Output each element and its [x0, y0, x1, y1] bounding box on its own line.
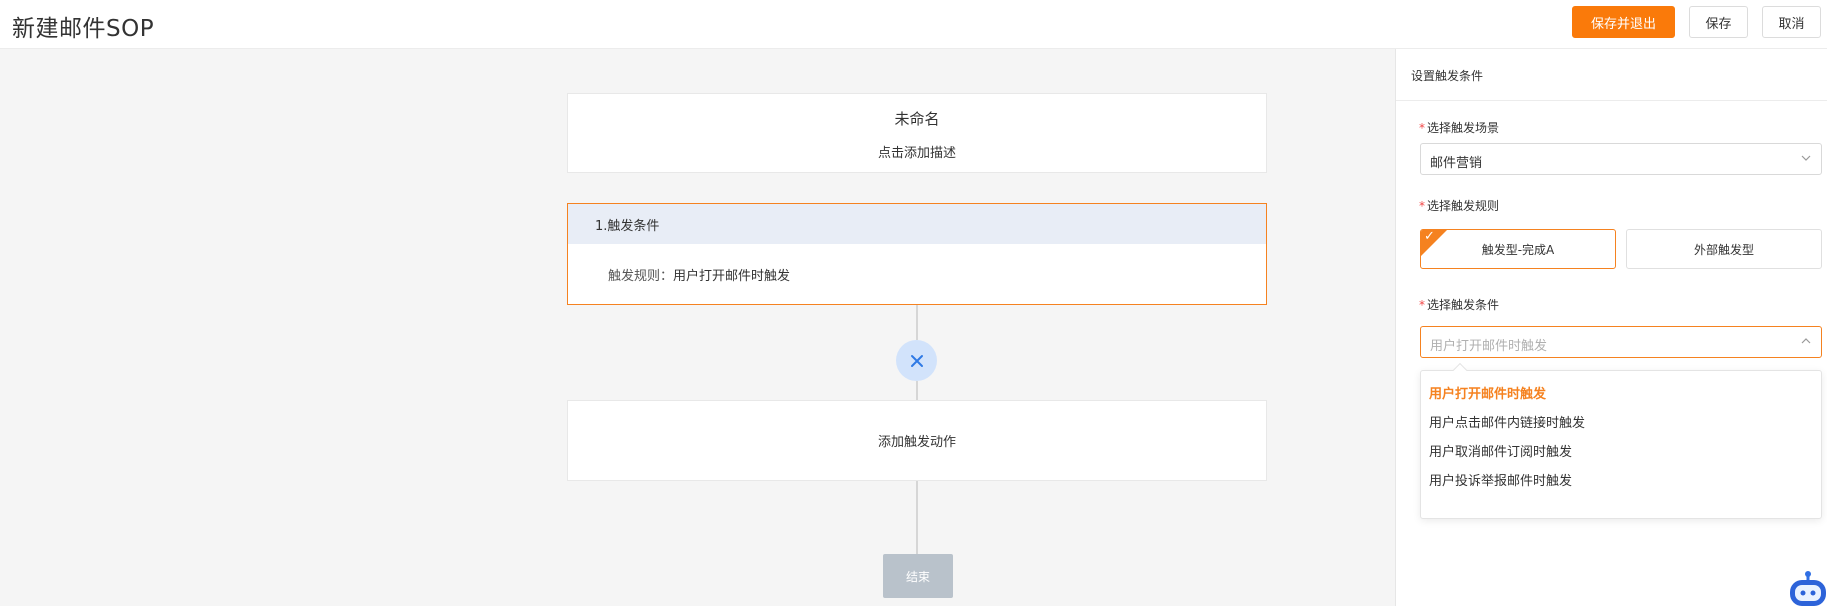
connector-line [916, 305, 918, 340]
trigger-rule-value: 用户打开邮件时触发 [673, 269, 791, 284]
trigger-rule-text: 触发规则：用户打开邮件时触发 [608, 265, 790, 284]
end-node: 结束 [883, 554, 953, 598]
rule-option-external[interactable]: 外部触发型 [1626, 229, 1822, 269]
scene-select-value: 邮件营销 [1430, 156, 1483, 171]
condition-label: * 选择触发条件 [1419, 298, 1500, 312]
dropdown-option[interactable]: 用户打开邮件时触发 [1429, 383, 1546, 402]
connector-line [916, 381, 918, 401]
sop-name[interactable]: 未命名 [568, 108, 1266, 129]
trigger-condition-card[interactable]: 1.触发条件 触发规则：用户打开邮件时触发 [567, 203, 1267, 305]
required-mark: * [1419, 121, 1425, 135]
rule-option-label: 触发型-完成A [1481, 242, 1555, 257]
check-icon: ✓ [1424, 229, 1435, 244]
trigger-card-heading: 1.触发条件 [595, 219, 660, 234]
required-mark: * [1419, 199, 1425, 213]
page-title: 新建邮件SOP [12, 16, 155, 42]
flow-canvas: 未命名 点击添加描述 1.触发条件 触发规则：用户打开邮件时触发 添加触发动作 … [0, 49, 1395, 606]
remove-node-button[interactable] [896, 340, 937, 381]
sop-title-card[interactable]: 未命名 点击添加描述 [567, 93, 1267, 173]
cancel-button[interactable]: 取消 [1762, 6, 1821, 38]
top-header: 新建邮件SOP 保存并退出 保存 取消 [0, 0, 1827, 49]
close-icon [910, 354, 923, 367]
assistant-robot-icon[interactable] [1786, 570, 1827, 606]
condition-select[interactable]: 用户打开邮件时触发 [1420, 326, 1822, 358]
chevron-down-icon [1801, 155, 1811, 161]
sop-description[interactable]: 点击添加描述 [568, 142, 1266, 161]
required-mark: * [1419, 298, 1425, 312]
scene-label: * 选择触发场景 [1419, 121, 1500, 135]
condition-dropdown: 用户打开邮件时触发 用户点击邮件内链接时触发 用户取消邮件订阅时触发 用户投诉举… [1420, 362, 1822, 519]
rule-label: * 选择触发规则 [1419, 199, 1500, 213]
trigger-card-header: 1.触发条件 [568, 204, 1266, 244]
add-action-label: 添加触发动作 [877, 435, 956, 450]
save-and-exit-button[interactable]: 保存并退出 [1572, 6, 1675, 38]
panel-header: 设置触发条件 [1396, 49, 1827, 101]
dropdown-option[interactable]: 用户取消邮件订阅时触发 [1429, 441, 1572, 460]
scene-select[interactable]: 邮件营销 [1420, 143, 1822, 175]
chevron-up-icon [1801, 338, 1811, 344]
rule-option-complete-a[interactable]: ✓ 触发型-完成A [1420, 229, 1616, 269]
dropdown-option[interactable]: 用户点击邮件内链接时触发 [1429, 412, 1585, 431]
rule-option-label: 外部触发型 [1693, 242, 1754, 257]
dropdown-option[interactable]: 用户投诉举报邮件时触发 [1429, 470, 1572, 489]
condition-select-placeholder: 用户打开邮件时触发 [1430, 339, 1548, 354]
connector-line [916, 481, 918, 554]
trigger-settings-panel: 设置触发条件 * 选择触发场景 邮件营销 * 选择触发规则 ✓ 触发型-完成A 外部… [1395, 49, 1827, 606]
panel-title: 设置触发条件 [1411, 69, 1484, 83]
save-button[interactable]: 保存 [1689, 6, 1748, 38]
trigger-rule-label: 触发规则： [608, 269, 674, 284]
add-action-card[interactable]: 添加触发动作 [567, 400, 1267, 481]
